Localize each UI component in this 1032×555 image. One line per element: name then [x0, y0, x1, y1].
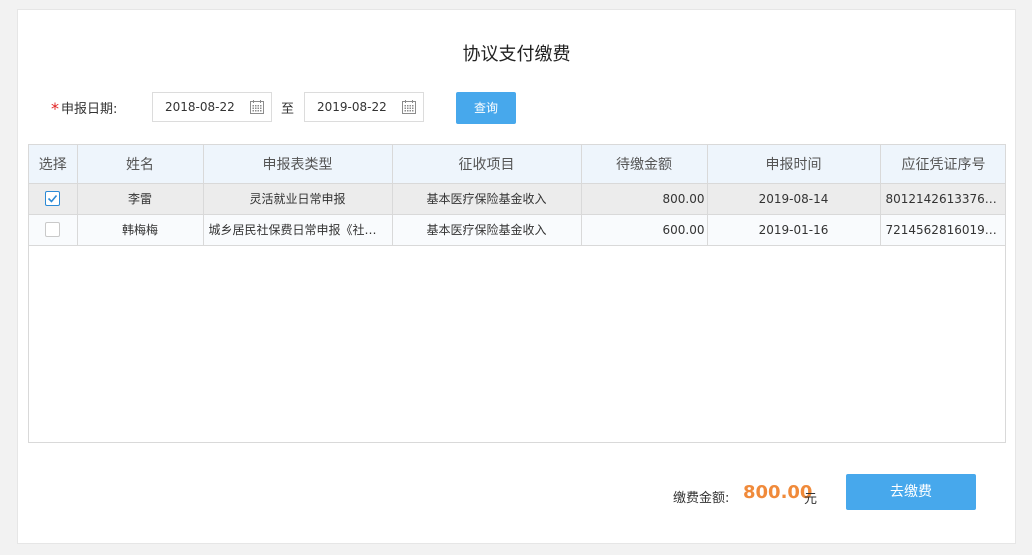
query-button[interactable]: 查询 [456, 92, 516, 124]
calendar-icon[interactable] [401, 99, 417, 115]
row-checkbox[interactable] [45, 191, 61, 206]
table-row[interactable]: 李雷 灵活就业日常申报 基本医疗保险基金收入 800.00 2019-08-14… [29, 183, 1005, 215]
end-date-value: 2019-08-22 [317, 100, 387, 114]
date-filter-label-text: 申报日期: [61, 102, 118, 117]
row-date: 2019-01-16 [707, 214, 881, 246]
column-header-date: 申报时间 [707, 145, 881, 184]
row-date: 2019-08-14 [707, 183, 881, 215]
pay-button[interactable]: 去缴费 [846, 474, 976, 510]
row-select-cell [29, 183, 78, 215]
calendar-icon[interactable] [249, 99, 265, 115]
column-header-type: 申报表类型 [203, 145, 393, 184]
row-type: 城乡居民社保费日常申报《社会... [203, 214, 393, 246]
row-item: 基本医疗保险基金收入 [392, 214, 582, 246]
row-name: 李雷 [77, 183, 204, 215]
payment-amount-unit: 元 [804, 492, 818, 507]
row-name: 韩梅梅 [77, 214, 204, 246]
column-header-voucher: 应征凭证序号 [880, 145, 1005, 184]
page-title: 协议支付缴费 [462, 44, 571, 65]
row-checkbox[interactable] [45, 222, 61, 237]
payment-amount-value: 800.00 [743, 482, 813, 503]
date-range-separator: 至 [281, 102, 295, 117]
declaration-table: 选择 姓名 申报表类型 征收项目 待缴金额 申报时间 应征凭证序号 李雷 灵活就… [28, 144, 1006, 443]
row-voucher: 7214562816019567... [880, 214, 1005, 246]
column-header-name: 姓名 [77, 145, 204, 184]
payment-amount-label: 缴费金额: [673, 491, 730, 506]
row-item: 基本医疗保险基金收入 [392, 183, 582, 215]
column-header-item: 征收项目 [392, 145, 582, 184]
row-select-cell [29, 214, 78, 246]
payment-panel: 协议支付缴费 * 申报日期: 2018-08-22 至 2019-08-22 查… [17, 9, 1016, 544]
date-filter-label: * 申报日期: [51, 98, 117, 118]
start-date-input[interactable]: 2018-08-22 [152, 92, 272, 122]
column-header-amount: 待缴金额 [581, 145, 708, 184]
checkmark-icon [48, 194, 58, 203]
table-header-row: 选择 姓名 申报表类型 征收项目 待缴金额 申报时间 应征凭证序号 [29, 145, 1005, 184]
column-header-select: 选择 [29, 145, 78, 184]
row-type: 灵活就业日常申报 [203, 183, 393, 215]
required-mark: * [51, 99, 59, 118]
end-date-input[interactable]: 2019-08-22 [304, 92, 424, 122]
row-voucher: 8012142613376891... [880, 183, 1005, 215]
table-row[interactable]: 韩梅梅 城乡居民社保费日常申报《社会... 基本医疗保险基金收入 600.00 … [29, 214, 1005, 246]
row-amount: 800.00 [581, 183, 708, 215]
start-date-value: 2018-08-22 [165, 100, 235, 114]
row-amount: 600.00 [581, 214, 708, 246]
